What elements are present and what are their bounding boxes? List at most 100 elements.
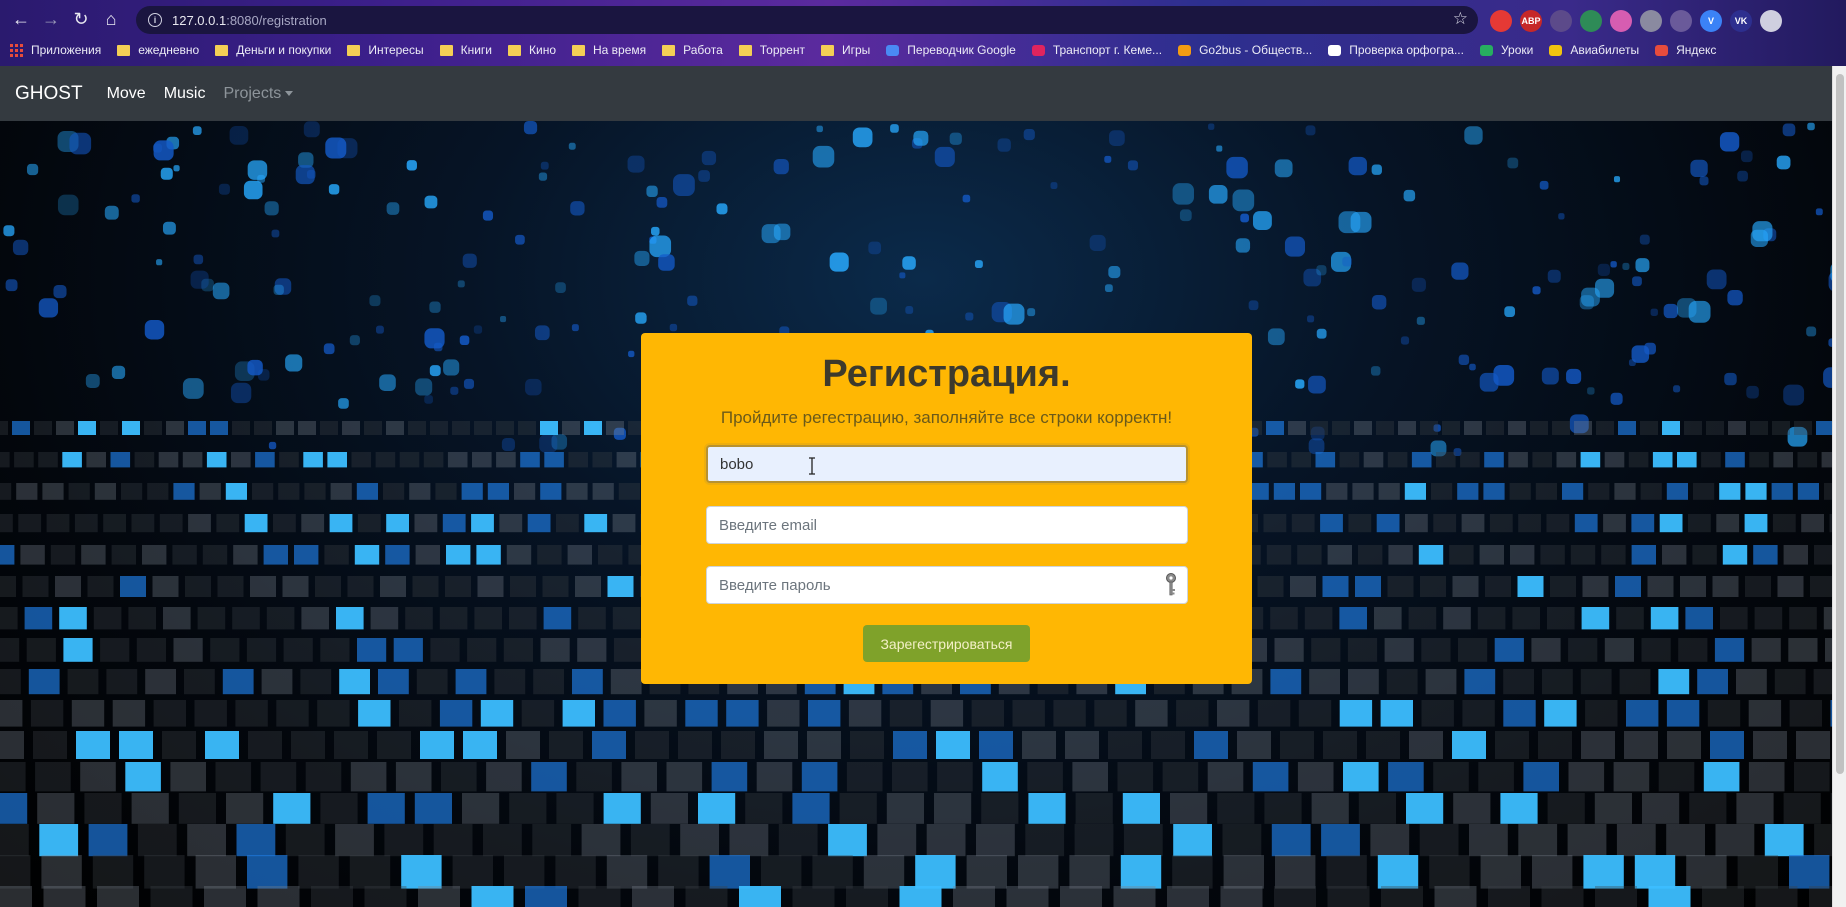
nav-dropdown-projects[interactable]: Projects xyxy=(223,85,294,103)
bookmark-item[interactable]: Игры xyxy=(820,43,870,57)
grid-tile xyxy=(889,700,923,727)
bokeh-light xyxy=(406,160,417,171)
bokeh-light xyxy=(264,201,279,216)
bookmark-item[interactable]: Книги xyxy=(439,43,492,57)
bookmark-star-icon[interactable]: ☆ xyxy=(1453,9,1468,29)
bokeh-light xyxy=(386,202,400,215)
grid-tile xyxy=(38,452,58,468)
bookmark-item[interactable]: Приложения xyxy=(10,43,101,57)
brand-link[interactable]: GHOST xyxy=(15,83,83,105)
email-input[interactable] xyxy=(706,506,1188,544)
grid-tile xyxy=(1069,855,1110,889)
grid-tile xyxy=(621,762,657,792)
grid-tile xyxy=(195,855,236,889)
bokeh-light xyxy=(1371,164,1382,175)
bokeh-light xyxy=(673,174,695,196)
hand-extension-icon[interactable] xyxy=(1550,10,1572,32)
info-icon[interactable]: i xyxy=(148,13,162,27)
grid-tile xyxy=(163,607,191,630)
grid-tile xyxy=(1542,669,1573,695)
grid-tile xyxy=(300,669,332,695)
bokeh-light xyxy=(1240,213,1249,223)
bookmark-item[interactable]: На время xyxy=(572,43,646,57)
grid-tile xyxy=(1772,421,1790,435)
v-extension-icon[interactable]: V xyxy=(1700,10,1722,32)
page-scrollbar[interactable] xyxy=(1832,66,1846,907)
bookmark-item[interactable]: Кино xyxy=(508,43,556,57)
nav-link-music[interactable]: Music xyxy=(164,85,206,103)
grid-tile xyxy=(555,855,596,889)
bookmark-item[interactable]: Go2bus - Обществ... xyxy=(1178,43,1312,57)
grid-tile xyxy=(408,421,426,435)
grid-tile xyxy=(383,483,405,500)
reload-icon[interactable]: ↻ xyxy=(66,4,96,34)
grid-tile xyxy=(418,886,460,907)
back-icon[interactable]: ← xyxy=(6,4,36,34)
grid-tile xyxy=(1380,700,1413,727)
bokeh-light xyxy=(1673,385,1681,393)
pink-extension-icon[interactable] xyxy=(1610,10,1632,32)
grid-tile xyxy=(1220,886,1263,907)
password-input[interactable] xyxy=(706,566,1188,604)
bookmark-item[interactable]: ежедневно xyxy=(117,43,199,57)
grid-tile xyxy=(1624,731,1658,759)
bookmark-item[interactable]: Проверка орфогра... xyxy=(1328,43,1464,57)
grid-tile xyxy=(1484,452,1504,468)
bookmark-item[interactable]: Уроки xyxy=(1479,43,1533,57)
home-icon[interactable]: ⌂ xyxy=(96,4,126,34)
grid-tile xyxy=(666,762,703,792)
nav-link-move[interactable]: Move xyxy=(107,85,146,103)
shield-gray-extension-icon[interactable] xyxy=(1640,10,1662,32)
bookmark-item[interactable]: Деньги и покупки xyxy=(215,43,331,57)
grid-tile xyxy=(1237,731,1271,759)
grid-tile xyxy=(317,700,350,727)
grid-tile xyxy=(1339,700,1373,727)
grid-tile xyxy=(1386,669,1418,695)
grid-tile xyxy=(50,545,76,565)
grid-tile xyxy=(0,483,12,500)
bokeh-light xyxy=(1104,155,1112,163)
vk-extension-icon[interactable]: VK xyxy=(1730,10,1752,32)
red-extension-icon[interactable] xyxy=(1490,10,1512,32)
forward-icon[interactable]: → xyxy=(36,4,66,34)
bookmark-item[interactable]: Интересы xyxy=(347,43,424,57)
bookmark-item[interactable]: Торрент xyxy=(738,43,805,57)
grid-tile xyxy=(514,483,536,500)
profile-avatar-icon[interactable] xyxy=(1760,10,1782,32)
folder-icon xyxy=(820,44,834,56)
shield-extension-icon[interactable] xyxy=(1580,10,1602,32)
bokeh-light xyxy=(1089,234,1106,251)
bookmark-label: Книги xyxy=(460,43,492,57)
name-input[interactable] xyxy=(706,445,1188,483)
grid-tile xyxy=(303,452,323,468)
bookmark-item[interactable]: Авиабилеты xyxy=(1549,43,1639,57)
grid-tile xyxy=(1652,452,1673,468)
grid-tile xyxy=(1291,514,1315,533)
bokeh-light xyxy=(974,260,983,269)
abp-extension-icon[interactable]: ABP xyxy=(1520,10,1542,32)
grid-tile xyxy=(28,669,60,695)
address-bar[interactable]: i 127.0.0.1:8080/registration ☆ xyxy=(136,6,1478,34)
grid-tile xyxy=(792,793,830,824)
key-icon[interactable] xyxy=(1163,572,1179,598)
bookmark-item[interactable]: Переводчик Google xyxy=(886,43,1016,57)
grid-tile xyxy=(1678,638,1708,662)
grid-tile xyxy=(298,421,316,435)
bookmark-item[interactable]: Транспорт г. Кеме... xyxy=(1031,43,1162,57)
bokeh-light xyxy=(501,437,515,452)
grid-tile xyxy=(533,669,564,695)
grid-tile xyxy=(1420,576,1446,597)
grid-tile xyxy=(261,669,293,695)
bookmark-item[interactable]: Работа xyxy=(662,43,723,57)
bookmark-item[interactable]: Яндекс xyxy=(1655,43,1716,57)
scrollbar-thumb[interactable] xyxy=(1836,74,1844,774)
grid-tile xyxy=(1570,545,1596,565)
bokeh-light xyxy=(473,325,483,334)
grid-tile xyxy=(14,452,34,468)
key-extension-icon[interactable] xyxy=(1670,10,1692,32)
register-button[interactable]: Зарегестрироваться xyxy=(863,625,1030,662)
bokeh-light xyxy=(1740,150,1753,163)
grid-tile xyxy=(0,824,29,857)
grid-tile xyxy=(162,731,196,759)
grid-tile xyxy=(1326,483,1348,500)
